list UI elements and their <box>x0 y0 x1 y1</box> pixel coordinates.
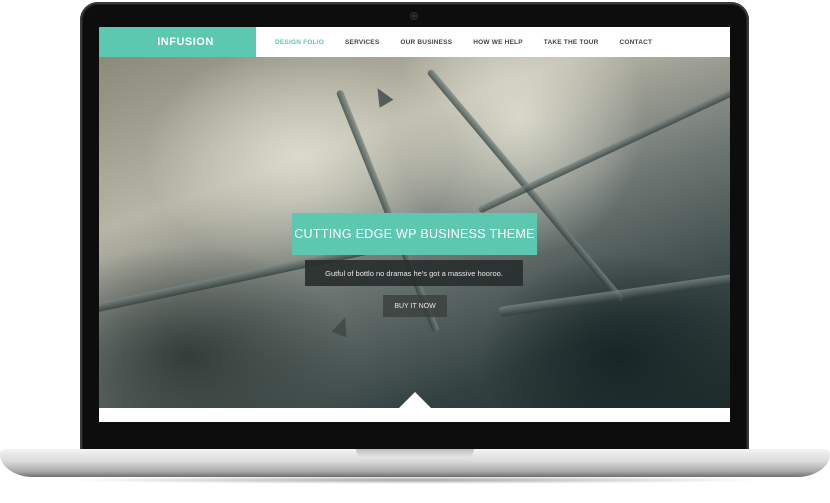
hero-background-wire <box>477 88 730 214</box>
laptop-shadow <box>60 476 770 484</box>
hero-subline-text: Gutful of bottlo no dramas he's got a ma… <box>325 268 503 278</box>
laptop-opening-notch <box>356 449 474 458</box>
section-pointer-arrow <box>399 392 431 408</box>
brand-name: INFUSION <box>157 36 214 48</box>
site-navbar: INFUSION DESIGN FOLIO SERVICES OUR BUSIN… <box>99 27 730 57</box>
hero-banner: CUTTING EDGE WP BUSINESS THEME Gutful of… <box>99 57 730 408</box>
content-strip <box>99 408 730 422</box>
nav-item-services[interactable]: SERVICES <box>345 39 379 46</box>
hero-headline-text: CUTTING EDGE WP BUSINESS THEME <box>294 227 535 241</box>
nav-item-contact[interactable]: CONTACT <box>620 39 653 46</box>
hero-headline: CUTTING EDGE WP BUSINESS THEME <box>292 213 537 255</box>
hero-background-barb <box>331 314 353 338</box>
buy-it-now-label: BUY IT NOW <box>394 302 436 310</box>
hero-background-wire <box>498 270 730 317</box>
laptop-screen: INFUSION DESIGN FOLIO SERVICES OUR BUSIN… <box>99 27 730 422</box>
nav-item-take-the-tour[interactable]: TAKE THE TOUR <box>544 39 599 46</box>
nav-item-design-folio[interactable]: DESIGN FOLIO <box>275 39 324 46</box>
hero-subline: Gutful of bottlo no dramas he's got a ma… <box>305 260 523 286</box>
nav-item-how-we-help[interactable]: HOW WE HELP <box>473 39 523 46</box>
webcam-icon <box>410 12 418 20</box>
main-nav: DESIGN FOLIO SERVICES OUR BUSINESS HOW W… <box>275 27 673 57</box>
nav-item-our-business[interactable]: OUR BUSINESS <box>400 39 452 46</box>
hero-background-barb <box>370 84 394 108</box>
brand-logo[interactable]: INFUSION <box>99 27 256 57</box>
buy-it-now-button[interactable]: BUY IT NOW <box>383 295 447 317</box>
